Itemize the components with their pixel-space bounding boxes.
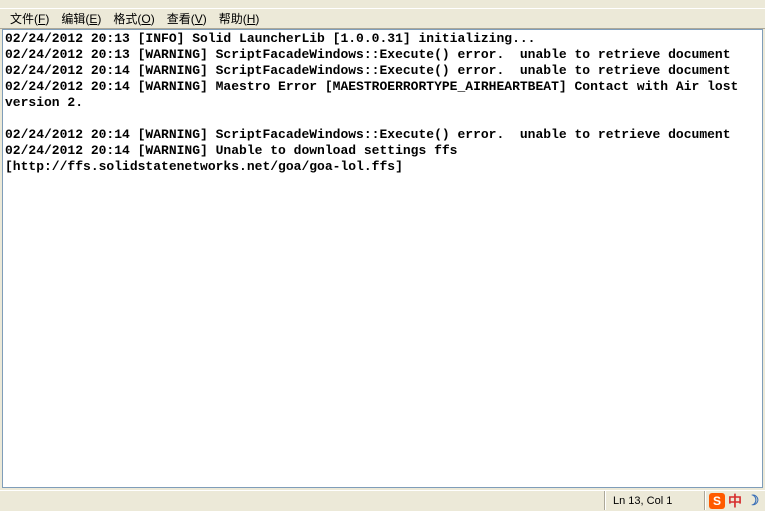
menubar: 文件(F) 编辑(E) 格式(O) 查看(V) 帮助(H) xyxy=(0,9,765,29)
menu-view[interactable]: 查看(V) xyxy=(161,9,213,29)
status-position: Ln 13, Col 1 xyxy=(604,491,704,510)
ime-moon-icon[interactable]: ☽ xyxy=(745,493,761,509)
statusbar: Ln 13, Col 1 S 中 ☽ xyxy=(0,490,765,510)
editor-textarea[interactable]: 02/24/2012 20:13 [INFO] Solid LauncherLi… xyxy=(2,29,763,488)
ime-tray: S 中 ☽ xyxy=(704,491,765,510)
sogou-icon[interactable]: S xyxy=(709,493,725,509)
menu-edit[interactable]: 编辑(E) xyxy=(55,9,107,29)
editor-wrap: 02/24/2012 20:13 [INFO] Solid LauncherLi… xyxy=(0,29,765,490)
menu-help[interactable]: 帮助(H) xyxy=(213,9,266,29)
ime-chinese-icon[interactable]: 中 xyxy=(727,493,743,509)
menu-file[interactable]: 文件(F) xyxy=(4,9,55,29)
menu-format[interactable]: 格式(O) xyxy=(107,9,160,29)
